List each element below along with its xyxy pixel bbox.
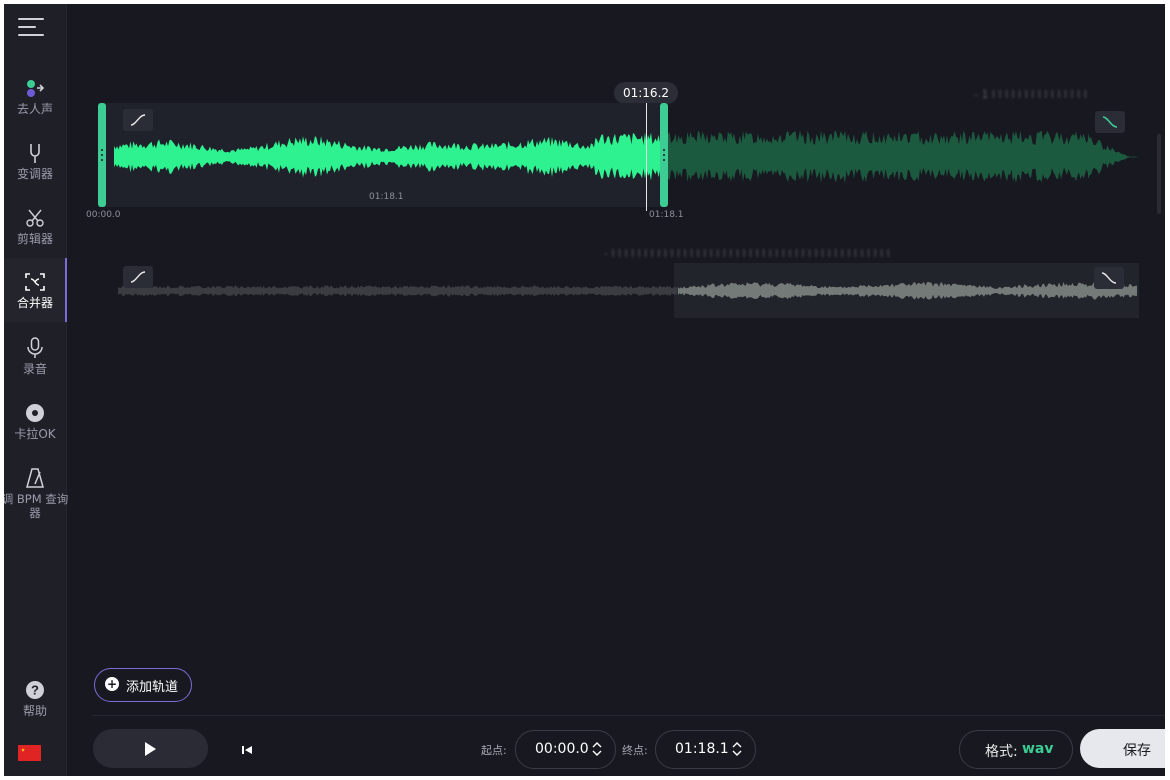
sidebar-item-label: 调 BPM 查询器 [4,492,69,520]
start-time-input[interactable]: 00:00.0 [515,730,616,769]
selection-start-time: 00:00.0 [86,210,121,220]
save-button[interactable]: 保存 [1080,729,1165,768]
skip-back-icon [242,746,252,754]
sidebar-item-merger[interactable]: 合并器 [4,258,67,322]
tuning-fork-icon [4,139,66,167]
track2-title: - l l l l l l l l l l l l l l l l l l l … [604,247,890,260]
playhead-time: 01:16.2 [614,82,678,104]
start-time-value: 00:00.0 [535,741,589,757]
sidebar-item-cutter[interactable]: 剪辑器 [4,204,66,266]
save-label: 保存 [1123,743,1151,759]
scissors-icon [4,204,66,232]
fade-in-icon [130,114,146,126]
disc-icon [4,399,66,427]
sidebar-item-label: 变调器 [16,167,53,181]
sidebar-item-label: 录音 [22,362,47,376]
sidebar-item-vocal-remover[interactable]: 去人声 [4,74,66,136]
format-label: 格式: [985,744,1018,760]
playhead-line[interactable] [646,103,647,211]
fade-in-icon [130,271,146,283]
language-flag-icon[interactable] [18,745,41,761]
end-time-value: 01:18.1 [675,741,729,757]
sidebar-item-bpm-finder[interactable]: 调 BPM 查询器 [4,464,68,526]
sidebar-item-label: 去人声 [16,102,53,116]
metronome-icon [4,464,66,492]
fade-out-button[interactable] [1095,111,1125,133]
track-2-waveform [118,281,1137,300]
microphone-icon [4,334,66,362]
svg-text:?: ? [31,683,39,698]
end-time-label: 终点: [622,744,648,757]
plus-icon: + [105,677,119,691]
format-value: wav [1022,741,1054,757]
track-2-fade-in-button[interactable] [123,266,153,288]
track-1: 01:18.1 [98,103,1138,207]
fade-out-icon [1101,272,1117,284]
selection-duration: 01:18.1 [369,192,404,202]
scrollbar[interactable] [1157,134,1161,214]
start-time-label: 起点: [481,744,507,757]
sidebar-item-label: 剪辑器 [16,232,53,246]
vocal-remover-icon [4,74,66,102]
selection-end-time: 01:18.1 [649,210,684,220]
selection-start-handle[interactable] [98,103,106,207]
sidebar-item-label: 卡拉OK [14,427,56,441]
skip-to-start-button[interactable] [240,742,254,756]
sidebar-item-label: 帮助 [22,704,47,718]
track-1-waveform [114,130,1138,184]
fade-in-button[interactable] [123,109,153,131]
track1-title: - 1 l l l l l l l l l l l l l l l [974,88,1087,101]
spinner-icon[interactable] [732,740,742,758]
play-button[interactable] [93,729,208,768]
sidebar-item-pitch-changer[interactable]: 变调器 [4,139,66,201]
divider [92,715,1165,716]
help-icon: ? [4,676,66,704]
sidebar: 去人声 变调器 剪辑器 合并器 录音 卡拉OK 调 BPM 查询器 ? 帮助 [4,4,68,776]
track-2-fade-out-button[interactable] [1094,267,1124,289]
sidebar-item-recorder[interactable]: 录音 [4,334,66,396]
app-window: 去人声 变调器 剪辑器 合并器 录音 卡拉OK 调 BPM 查询器 ? 帮助 0… [4,4,1165,776]
menu-icon[interactable] [18,16,46,40]
format-selector[interactable]: 格式: wav [959,730,1073,769]
selection-end-handle[interactable] [660,103,668,207]
end-time-input[interactable]: 01:18.1 [655,730,756,769]
spinner-icon[interactable] [592,740,602,758]
fade-out-icon [1102,116,1118,128]
sidebar-item-label: 合并器 [16,296,53,310]
add-track-label: 添加轨道 [126,680,179,695]
sidebar-item-karaoke[interactable]: 卡拉OK [4,399,66,461]
merge-icon [4,268,66,296]
sidebar-item-help[interactable]: ? 帮助 [4,676,66,738]
add-track-button[interactable]: + 添加轨道 [94,668,192,702]
